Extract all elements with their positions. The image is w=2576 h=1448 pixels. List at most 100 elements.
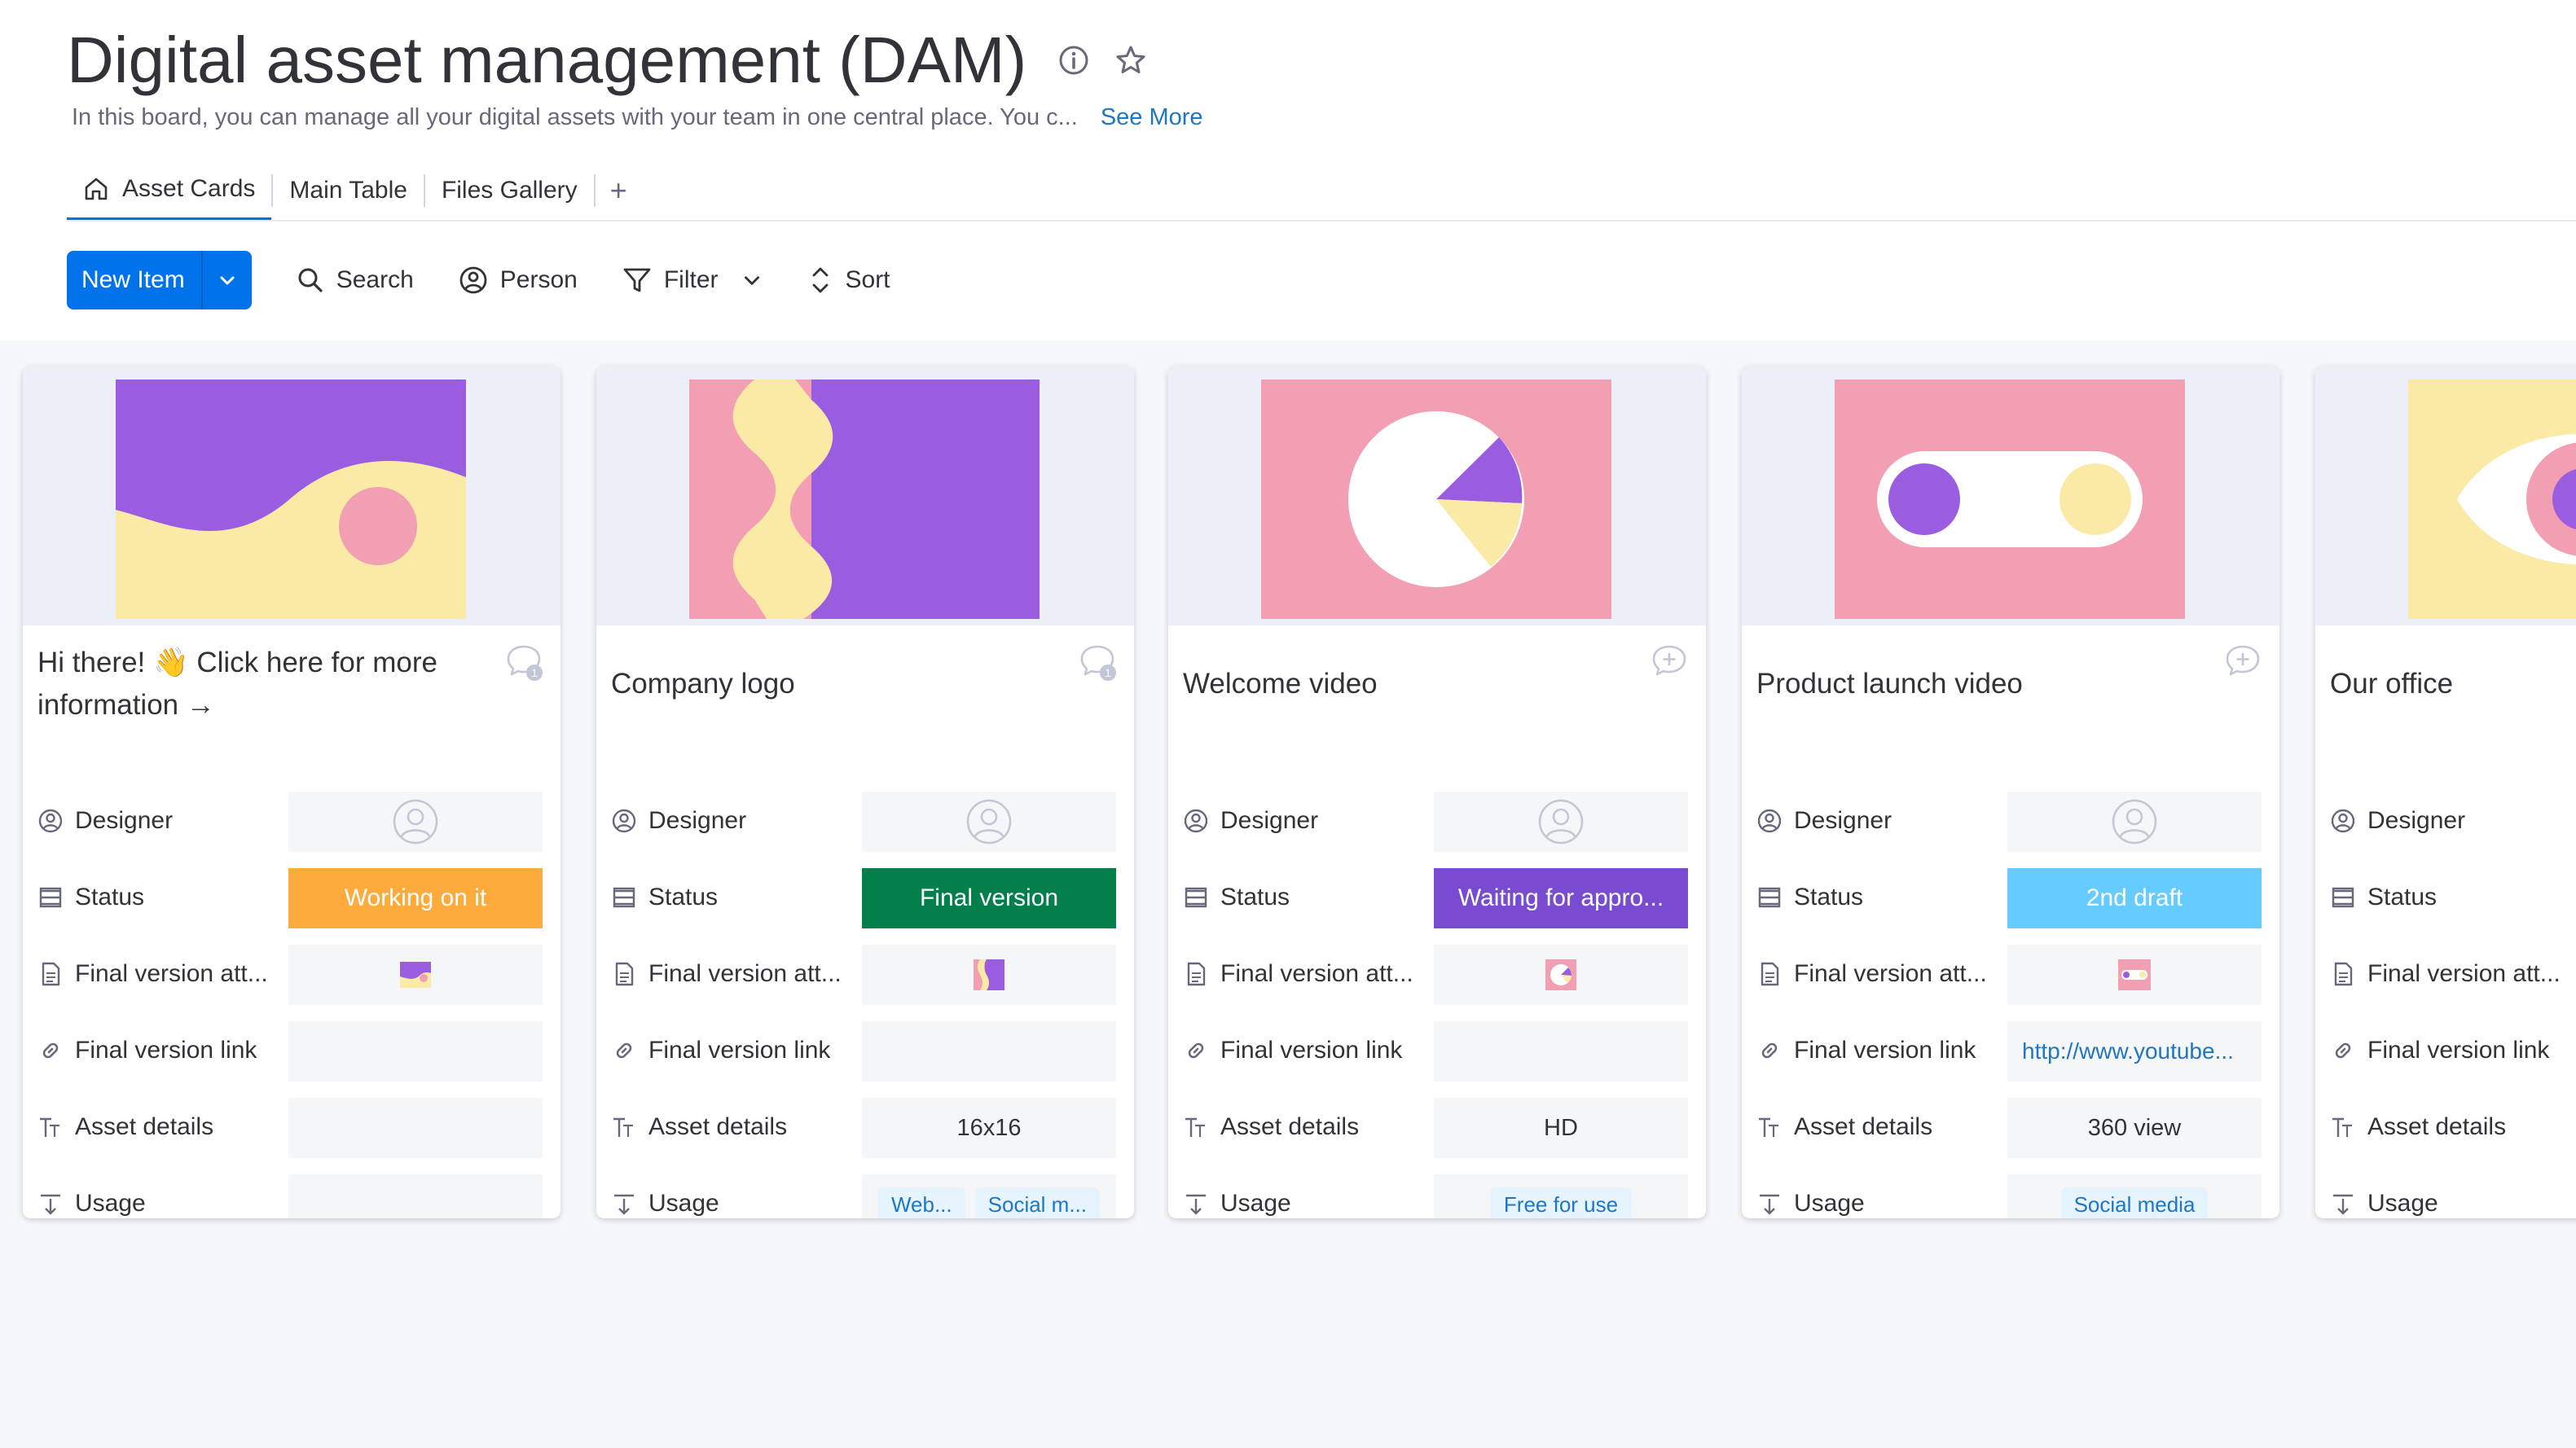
card-cover-image[interactable] (23, 366, 560, 625)
new-item-label[interactable]: New Item (67, 251, 203, 309)
filter-button[interactable]: Filter (622, 265, 763, 296)
label-text: Final version att... (648, 960, 842, 987)
filter-label: Filter (663, 266, 719, 293)
field-label: Status (1183, 865, 1290, 930)
chevron-down-icon[interactable] (741, 270, 763, 291)
new-item-button[interactable]: New Item (67, 251, 252, 309)
label-text: Usage (2367, 1190, 2438, 1217)
file-icon (42, 962, 60, 986)
designer-value[interactable] (2007, 792, 2262, 852)
label-text: Usage (648, 1190, 719, 1217)
status-icon (613, 887, 635, 908)
designer-value[interactable] (862, 792, 1116, 852)
status-badge[interactable]: Working on it (288, 868, 543, 928)
home-icon (83, 176, 109, 202)
chevron-down-icon[interactable] (203, 251, 252, 309)
updates-icon[interactable]: 1 (1077, 642, 1118, 682)
file-thumbnail[interactable] (288, 945, 543, 1005)
card-title[interactable]: Welcome video (1183, 663, 1639, 705)
card-cover-image[interactable] (1742, 366, 2279, 625)
add-update-icon[interactable] (1649, 642, 1690, 682)
usage-tag[interactable]: Social m... (974, 1187, 1101, 1218)
asset-card[interactable]: Hi there! 👋 Click here for more informat… (23, 366, 560, 1218)
avatar-placeholder-icon (966, 799, 1012, 845)
field-label: Asset details (37, 1095, 213, 1160)
field-label: Final version link (1183, 1018, 1402, 1083)
person-filter-button[interactable]: Person (458, 265, 578, 296)
field-status: Status Final version (596, 865, 1134, 930)
file-thumbnail-image (400, 962, 431, 988)
card-cover-image[interactable] (596, 366, 1134, 625)
tab-asset-cards[interactable]: Asset Cards (67, 160, 272, 222)
tab-main-table[interactable]: Main Table (273, 160, 424, 222)
see-more-link[interactable]: See More (1101, 104, 1203, 131)
board-title[interactable]: Digital asset management (DAM) (67, 23, 1026, 98)
tab-files-gallery[interactable]: Files Gallery (425, 160, 594, 222)
add-update-icon[interactable] (2222, 642, 2263, 682)
link-value[interactable] (862, 1021, 1116, 1082)
file-icon (1187, 962, 1206, 986)
usage-value[interactable]: Free for use (1434, 1174, 1688, 1218)
header-divider (67, 220, 2576, 222)
card-title[interactable]: Our office (2330, 663, 2576, 705)
updates-count: 1 (531, 666, 538, 679)
search-button[interactable]: Search (296, 265, 414, 295)
field-label: Designer (611, 788, 746, 853)
details-value[interactable]: HD (1434, 1098, 1688, 1158)
link-icon (1761, 1042, 1778, 1059)
usage-value[interactable]: Web... Social m... (862, 1174, 1116, 1218)
field-status: Status Working on it (23, 865, 560, 930)
details-value[interactable]: 16x16 (862, 1098, 1116, 1158)
asset-card[interactable]: Our office Designer Status Final version… (2315, 366, 2576, 1218)
field-status: Status (2315, 865, 2576, 930)
card-title[interactable]: Product launch video (1756, 663, 2213, 705)
file-thumbnail[interactable] (2007, 945, 2262, 1005)
asset-card[interactable]: Company logo 1 Designer Status Final ver… (596, 366, 1134, 1218)
text-icon (2331, 1117, 2354, 1139)
link-value[interactable]: http://www.youtube... (2007, 1021, 2262, 1082)
title-text: Hi there! (37, 647, 153, 678)
field-label: Final version link (1756, 1018, 1976, 1083)
designer-value[interactable] (288, 792, 543, 852)
person-icon (38, 809, 63, 833)
label-text: Designer (648, 807, 747, 834)
field-link: Final version link (596, 1018, 1134, 1083)
usage-value[interactable]: Social media (2007, 1174, 2262, 1218)
arrow-right-icon: → (186, 689, 215, 721)
card-cover-image[interactable] (2315, 366, 2576, 625)
designer-value[interactable] (1434, 792, 1688, 852)
usage-tag[interactable]: Web... (877, 1187, 965, 1218)
text-icon (1184, 1117, 1207, 1139)
add-view-button[interactable]: + (596, 160, 642, 222)
card-title[interactable]: Company logo (611, 663, 1067, 705)
link-value[interactable] (288, 1021, 543, 1082)
file-thumbnail[interactable] (1434, 945, 1688, 1005)
file-icon (615, 962, 634, 986)
field-label: Status (2330, 865, 2437, 930)
label-text: Status (1220, 884, 1290, 910)
info-icon[interactable] (1057, 44, 1090, 77)
status-badge[interactable]: Waiting for appro... (1434, 868, 1688, 928)
field-usage: Usage (2315, 1171, 2576, 1218)
usage-icon (1185, 1194, 1207, 1215)
field-label: Status (1756, 865, 1863, 930)
asset-card[interactable]: Welcome video Designer Status Waiting fo… (1168, 366, 1706, 1218)
link-value[interactable] (1434, 1021, 1688, 1082)
status-badge[interactable]: Final version (862, 868, 1116, 928)
file-thumbnail[interactable] (862, 945, 1116, 1005)
details-value[interactable]: 360 view (2007, 1098, 2262, 1158)
star-icon[interactable] (1114, 44, 1147, 77)
usage-tag[interactable]: Social media (2060, 1187, 2209, 1218)
status-badge[interactable]: 2nd draft (2007, 868, 2262, 928)
sort-button[interactable]: Sort (807, 265, 890, 296)
sort-label: Sort (845, 266, 890, 293)
label-text: Final version link (2367, 1037, 2550, 1064)
usage-tag[interactable]: Free for use (1490, 1187, 1632, 1218)
asset-card[interactable]: Product launch video Designer Status 2nd… (1742, 366, 2279, 1218)
card-cover-image[interactable] (1168, 366, 1706, 625)
field-status: Status 2nd draft (1742, 865, 2279, 930)
details-value[interactable] (288, 1098, 543, 1158)
card-title[interactable]: Hi there! 👋 Click here for more informat… (37, 642, 494, 726)
usage-value[interactable] (288, 1174, 543, 1218)
updates-icon[interactable]: 1 (503, 642, 544, 682)
